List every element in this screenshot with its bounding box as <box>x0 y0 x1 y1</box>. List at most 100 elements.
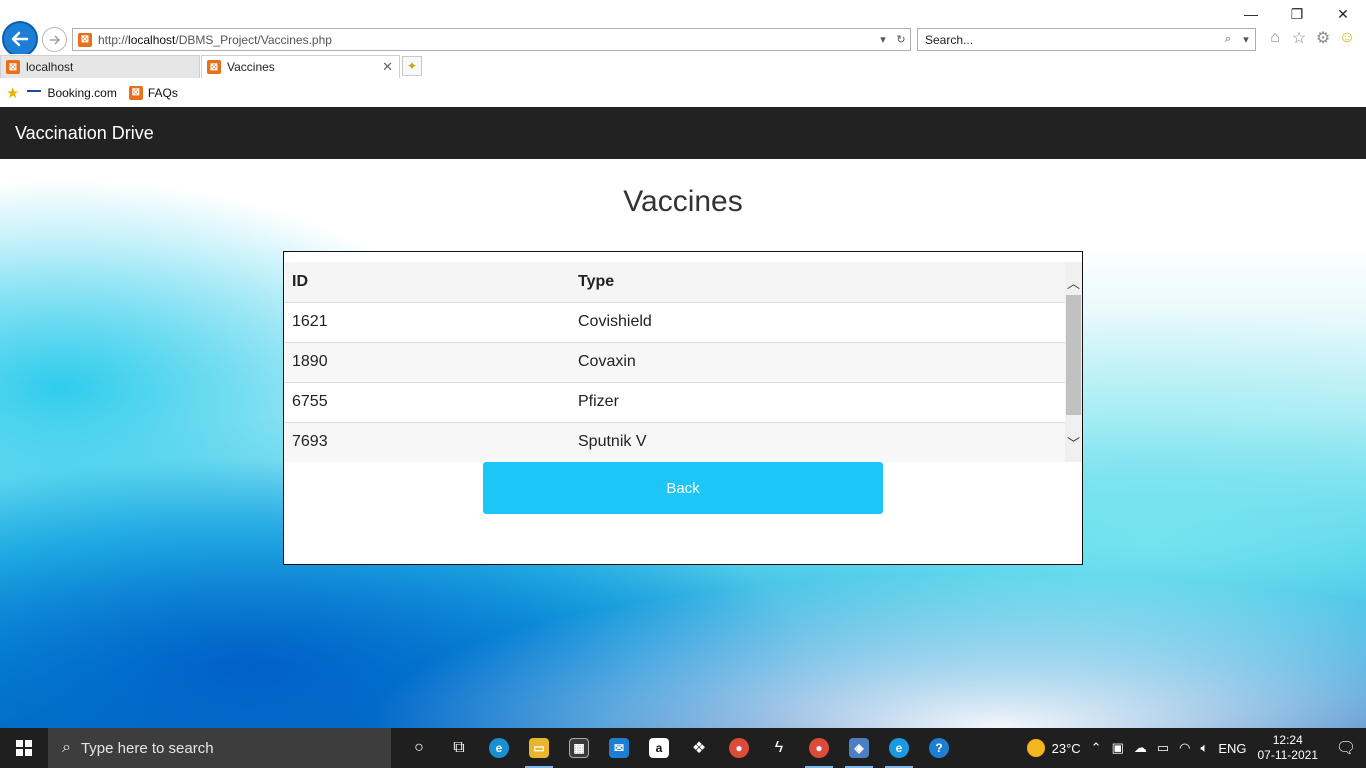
clock-date: 07-11-2021 <box>1257 748 1319 762</box>
start-button[interactable] <box>0 728 48 768</box>
arrow-right-icon <box>49 34 60 45</box>
tab-vaccines[interactable]: ⊠ Vaccines ✕ <box>201 55 400 78</box>
tray-expand-icon[interactable]: ⌃ <box>1091 740 1102 756</box>
table-row: 1890 Covaxin <box>285 342 1065 383</box>
notifications-icon[interactable]: 🗨︎ <box>1326 728 1366 768</box>
vaccines-table: ID Type 1621 Covishield 1890 Covaxin 675… <box>285 262 1065 462</box>
scrollbar-thumb[interactable] <box>1066 295 1081 415</box>
table-header-row: ID Type <box>285 262 1065 303</box>
home-icon[interactable]: ⌂ <box>1266 29 1284 47</box>
favorite-label: Booking.com <box>47 85 117 100</box>
search-icon: ⌕ <box>62 739 71 756</box>
taskbar-search-box[interactable]: ⌕ Type here to search <box>48 728 391 768</box>
table-row: 1621 Covishield <box>285 302 1065 343</box>
close-window-button[interactable]: ✕ <box>1320 0 1366 28</box>
address-dropdown-icon[interactable]: ▾ <box>874 33 892 46</box>
table-row: 6755 Pfizer <box>285 382 1065 423</box>
cell-type: Sputnik V <box>571 422 1065 462</box>
tab-strip: ⊠ localhost ⊠ Vaccines ✕ ✦ <box>0 54 1366 78</box>
chrome-profile-icon[interactable]: ● <box>799 728 839 768</box>
cell-type: Covaxin <box>571 342 1065 383</box>
browser-forward-button[interactable] <box>42 27 67 52</box>
weather-temp: 23°C <box>1051 740 1081 756</box>
site-navbar: Vaccination Drive <box>0 107 1366 159</box>
favorites-bar: ★ Booking.com ⊠ FAQs <box>0 78 1366 107</box>
tab-label: Vaccines <box>227 60 275 74</box>
clock[interactable]: 12:24 07-11-2021 <box>1258 733 1319 763</box>
favorite-faqs[interactable]: ⊠ FAQs <box>128 85 178 100</box>
volume-icon[interactable]: 🔈︎ <box>1201 740 1209 756</box>
tab-localhost[interactable]: ⊠ localhost <box>0 55 200 78</box>
network-warning-icon[interactable]: ☁ <box>1134 740 1147 756</box>
favorite-booking[interactable]: Booking.com <box>27 85 117 100</box>
refresh-icon[interactable]: ↻ <box>892 33 910 46</box>
favorite-label: FAQs <box>147 85 178 100</box>
dropbox-icon[interactable]: ❖ <box>679 728 719 768</box>
booking-icon <box>27 89 42 96</box>
weather-sun-icon <box>1026 739 1045 757</box>
close-tab-icon[interactable]: ✕ <box>382 59 393 75</box>
chevron-up-icon[interactable]: ︿ <box>1065 272 1082 292</box>
url-path: /DBMS_Project/Vaccines.php <box>175 32 332 47</box>
navbar-brand[interactable]: Vaccination Drive <box>15 123 154 144</box>
battery-icon[interactable]: ▭ <box>1157 740 1169 756</box>
vaccines-card: ID Type 1621 Covishield 1890 Covaxin 675… <box>283 251 1083 565</box>
help-icon[interactable]: ? <box>919 728 959 768</box>
table-scrollbar[interactable]: ︿ ﹀ <box>1065 262 1082 462</box>
settings-gear-icon[interactable]: ⚙ <box>1314 29 1332 47</box>
column-header-id: ID <box>285 262 571 303</box>
store-icon[interactable]: ▦ <box>559 728 599 768</box>
chevron-down-icon[interactable]: ﹀ <box>1065 432 1082 452</box>
virtualbox-icon[interactable]: ◈ <box>839 728 879 768</box>
search-dropdown-icon[interactable]: ▾ <box>1237 33 1255 46</box>
arrow-left-icon <box>11 31 29 47</box>
cortana-icon[interactable]: ○ <box>399 728 439 768</box>
favorites-star-icon[interactable]: ☆ <box>1290 29 1308 47</box>
system-tray: 23°C ⌃ ▣ ☁ ▭ ◠ 🔈︎ ENG 12:24 07-11-2021 🗨… <box>1022 728 1366 768</box>
browser-toolbar-icons: ⌂ ☆ ⚙ ☺ <box>1266 29 1356 47</box>
vaccines-table-container: ID Type 1621 Covishield 1890 Covaxin 675… <box>285 262 1082 462</box>
cell-id: 1890 <box>285 342 571 383</box>
meet-now-icon[interactable]: ▣ <box>1112 740 1124 756</box>
sublime-icon[interactable]: ϟ <box>759 728 799 768</box>
windows-logo-icon <box>16 740 32 756</box>
task-view-icon[interactable]: ⧉ <box>439 728 479 768</box>
cell-id: 6755 <box>285 382 571 423</box>
taskbar-search-placeholder: Type here to search <box>80 739 214 757</box>
file-explorer-icon[interactable]: ▭ <box>519 728 559 768</box>
cell-type: Covishield <box>571 302 1065 343</box>
clock-time: 12:24 <box>1272 733 1303 747</box>
address-bar[interactable]: ⊠ http://localhost/DBMS_Project/Vaccines… <box>72 28 911 51</box>
xampp-icon: ⊠ <box>128 85 143 100</box>
url-text[interactable]: http://localhost/DBMS_Project/Vaccines.p… <box>98 33 874 47</box>
browser-back-button[interactable] <box>2 21 38 57</box>
weather-widget[interactable]: 23°C <box>1026 739 1081 757</box>
internet-explorer-icon[interactable]: e <box>879 728 919 768</box>
minimize-button[interactable]: — <box>1228 0 1274 28</box>
new-tab-button[interactable]: ✦ <box>402 56 422 76</box>
feedback-smiley-icon[interactable]: ☺ <box>1338 29 1356 47</box>
tab-label: localhost <box>26 60 74 74</box>
page-title: Vaccines <box>623 185 743 218</box>
edge-icon[interactable]: e <box>479 728 519 768</box>
wifi-icon[interactable]: ◠ <box>1179 740 1190 756</box>
mail-icon[interactable]: ✉ <box>599 728 639 768</box>
restore-button[interactable]: ❐ <box>1274 0 1320 28</box>
page-background: Vaccination Drive Vaccines ID Type 1621 … <box>0 107 1366 728</box>
browser-search-input[interactable] <box>918 32 1219 47</box>
xampp-icon: ⊠ <box>207 60 221 74</box>
search-icon[interactable]: ⌕ <box>1219 33 1237 46</box>
amazon-icon[interactable]: a <box>639 728 679 768</box>
window-controls: — ❐ ✕ <box>1228 0 1366 28</box>
add-favorites-star-icon[interactable]: ★ <box>6 84 19 102</box>
taskbar-apps: ○ ⧉ e ▭ ▦ ✉ a ❖ ● ϟ ● ◈ e ? <box>399 728 959 768</box>
browser-search-box[interactable]: ⌕ ▾ <box>917 28 1256 51</box>
url-host: localhost <box>128 32 176 47</box>
back-button[interactable]: Back <box>483 462 883 514</box>
language-indicator[interactable]: ENG <box>1218 741 1246 756</box>
url-prefix: http:// <box>98 32 129 47</box>
table-row: 7693 Sputnik V <box>285 422 1065 462</box>
chrome-icon[interactable]: ● <box>719 728 759 768</box>
cell-id: 7693 <box>285 422 571 462</box>
xampp-icon: ⊠ <box>78 32 92 47</box>
